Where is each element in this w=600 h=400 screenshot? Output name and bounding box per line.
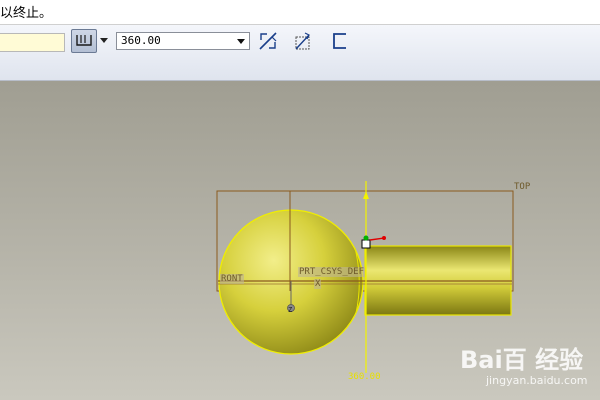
message-text: 以终止。 — [0, 6, 53, 21]
depth-value-combobox[interactable]: 360.00 — [116, 32, 250, 50]
depth-option-dropdown-icon[interactable] — [100, 38, 108, 43]
csys-label: PRT_CSYS_DEF — [298, 267, 366, 277]
thicken-sketch-icon[interactable] — [331, 31, 351, 51]
depth-dimension-label[interactable]: 360.00 — [348, 372, 381, 382]
flip-direction-icon[interactable] — [258, 31, 278, 51]
depth-value-text: 360.00 — [121, 34, 161, 47]
baidu-watermark-url: jingyan.baidu.com — [486, 374, 588, 387]
csys-z-axis-label: Z — [288, 306, 293, 314]
depth-option-button[interactable] — [71, 29, 97, 53]
section-field[interactable] — [0, 33, 65, 52]
drag-handle — [361, 239, 371, 249]
csys-x-axis-label: X — [314, 279, 322, 289]
front-plane-label: RONT — [220, 274, 244, 284]
message-bar: 以终止。 — [0, 0, 600, 25]
chevron-down-icon[interactable] — [237, 39, 245, 44]
blind-depth-icon — [76, 35, 92, 46]
top-plane-label: TOP — [514, 182, 531, 192]
baidu-watermark: Bai百 经验 — [460, 346, 584, 374]
remove-material-icon[interactable] — [293, 31, 313, 51]
